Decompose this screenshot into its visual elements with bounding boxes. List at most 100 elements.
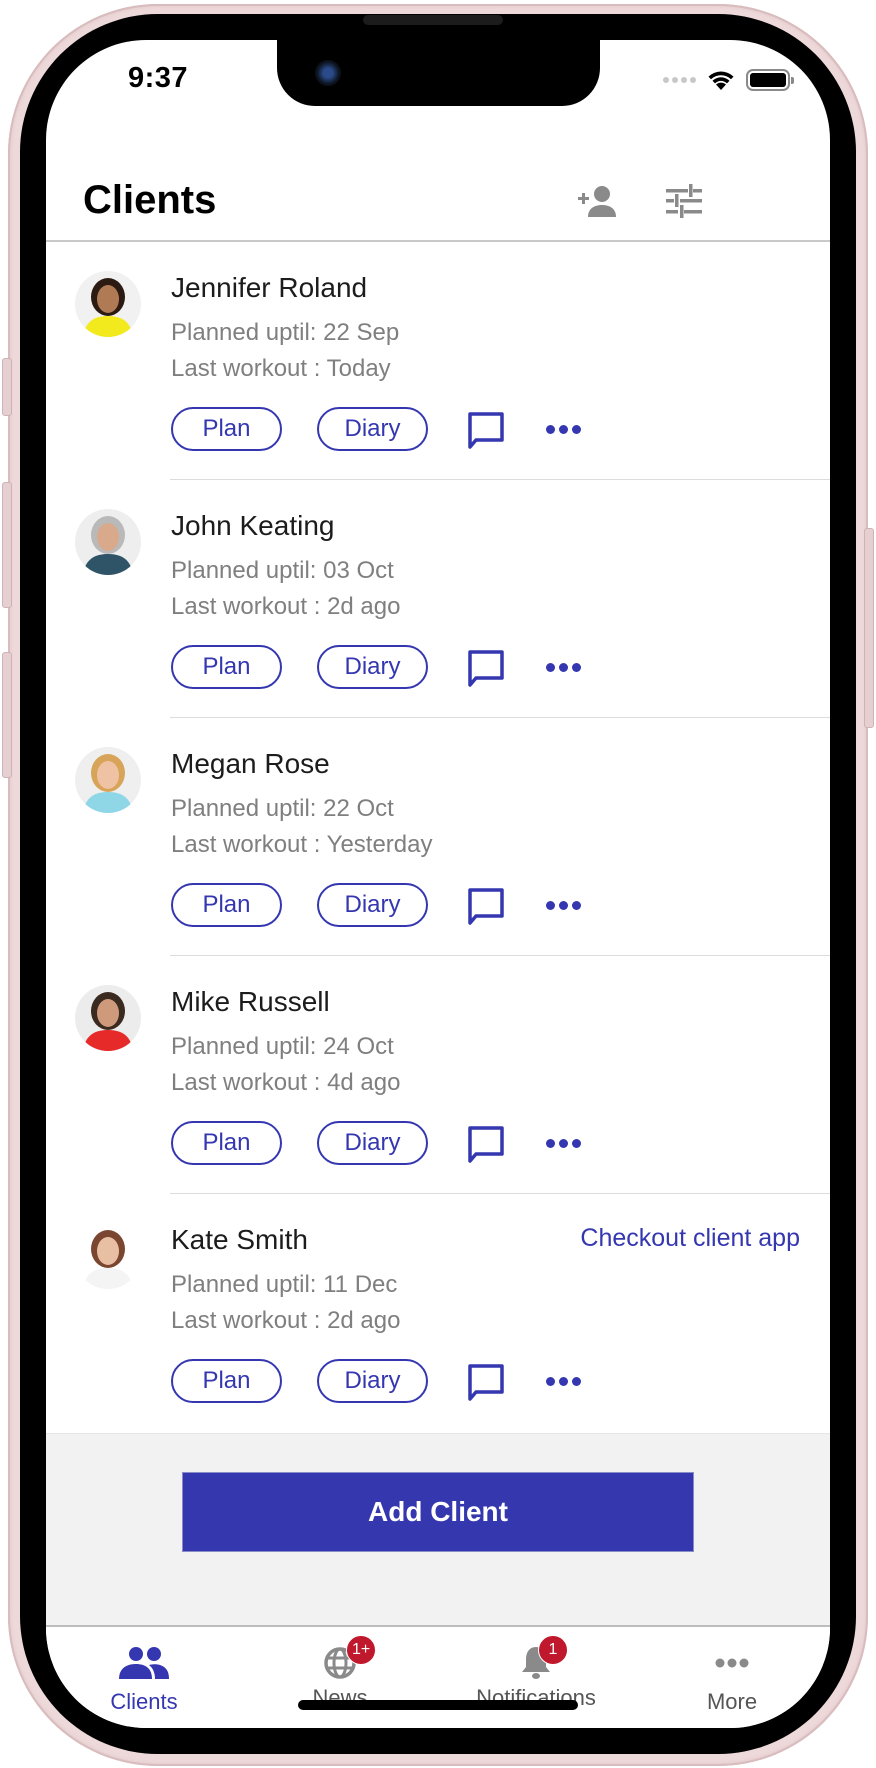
battery-icon (746, 69, 794, 91)
dot (559, 900, 568, 910)
checkout-client-app-link[interactable]: Checkout client app (580, 1224, 800, 1253)
tab-clients[interactable]: Clients (46, 1627, 242, 1728)
people-icon (116, 1641, 172, 1685)
plan-button[interactable]: Plan (171, 1359, 282, 1403)
client-row[interactable]: Jennifer Roland Planned uptil: 22 Sep La… (46, 242, 830, 480)
tab-more[interactable]: More (634, 1627, 830, 1728)
chat-bubble-icon (468, 1364, 504, 1401)
client-row[interactable]: John Keating Planned uptil: 03 Oct Last … (46, 480, 830, 718)
more-options-button[interactable] (546, 422, 582, 436)
avatar-photo (75, 1223, 141, 1289)
client-row[interactable]: Mike Russell Planned uptil: 24 Oct Last … (46, 956, 830, 1194)
side-button-mute (2, 358, 12, 416)
client-name[interactable]: Jennifer Roland (171, 272, 367, 304)
message-button[interactable] (466, 1124, 506, 1166)
add-client-area: Add Client (46, 1433, 830, 1625)
more-options-button[interactable] (546, 898, 582, 912)
side-button-volume-up (2, 482, 12, 608)
client-avatar[interactable] (75, 271, 141, 337)
planned-until: Planned uptil: 24 Oct (171, 1033, 394, 1060)
tab-label: More (706, 1689, 758, 1714)
more-options-button[interactable] (546, 660, 582, 674)
dot (546, 662, 555, 672)
chat-bubble-icon (468, 650, 504, 687)
filter-button[interactable] (661, 180, 707, 222)
globe-icon: 1+ (312, 1635, 377, 1685)
status-indicators (663, 68, 794, 92)
tab-label: Clients (110, 1689, 178, 1714)
side-button-volume-down (2, 652, 12, 778)
client-name[interactable]: Mike Russell (171, 986, 330, 1018)
message-button[interactable] (466, 1362, 506, 1404)
side-button-power (864, 528, 874, 728)
plan-button[interactable]: Plan (171, 645, 282, 689)
dot (572, 424, 581, 434)
tab-news[interactable]: 1+ News (242, 1627, 438, 1728)
dot (559, 424, 568, 434)
dot (559, 662, 568, 672)
home-indicator[interactable] (298, 1700, 578, 1710)
planned-until: Planned uptil: 03 Oct (171, 557, 394, 584)
notifications-badge: 1 (538, 1635, 568, 1665)
dot (572, 900, 581, 910)
client-name[interactable]: John Keating (171, 510, 334, 542)
dot (559, 1138, 568, 1148)
planned-until: Planned uptil: 22 Oct (171, 795, 394, 822)
more-options-button[interactable] (546, 1374, 582, 1388)
cellular-signal-icon (663, 77, 696, 83)
more-horizontal-icon (704, 1641, 760, 1685)
tab-bar: Clients 1+ News 1 Notifications More (46, 1625, 830, 1728)
chat-bubble-icon (468, 412, 504, 449)
plan-button[interactable]: Plan (171, 1121, 282, 1165)
plan-button[interactable]: Plan (171, 883, 282, 927)
status-time: 9:37 (128, 62, 189, 94)
tune-sliders-icon (666, 184, 702, 218)
plan-button[interactable]: Plan (171, 407, 282, 451)
add-client-button[interactable]: Add Client (182, 1472, 694, 1552)
last-workout: Last workout : Yesterday (171, 831, 433, 858)
screen: 9:37 Clients Jennifer Roland Planned upt… (46, 40, 830, 1728)
earpiece-speaker (363, 15, 503, 25)
diary-button[interactable]: Diary (317, 1121, 428, 1165)
chat-bubble-icon (468, 888, 504, 925)
client-name[interactable]: Kate Smith (171, 1224, 308, 1256)
client-name[interactable]: Megan Rose (171, 748, 330, 780)
notch (277, 40, 600, 106)
diary-button[interactable]: Diary (317, 1359, 428, 1403)
client-avatar[interactable] (75, 1223, 141, 1289)
more-options-button[interactable] (546, 1136, 582, 1150)
diary-button[interactable]: Diary (317, 645, 428, 689)
client-list: Jennifer Roland Planned uptil: 22 Sep La… (46, 242, 830, 1432)
news-badge: 1+ (346, 1635, 377, 1665)
header: Clients (46, 140, 830, 242)
message-button[interactable] (466, 410, 506, 452)
message-button[interactable] (466, 648, 506, 690)
dot (572, 662, 581, 672)
client-avatar[interactable] (75, 509, 141, 575)
last-workout: Last workout : 4d ago (171, 1069, 401, 1096)
tab-notifications[interactable]: 1 Notifications (438, 1627, 634, 1728)
chat-bubble-icon (468, 1126, 504, 1163)
message-button[interactable] (466, 886, 506, 928)
dot (572, 1138, 581, 1148)
planned-until: Planned uptil: 22 Sep (171, 319, 400, 346)
wifi-icon (708, 71, 734, 90)
dot (546, 900, 555, 910)
last-workout: Last workout : Today (171, 355, 391, 382)
avatar-photo (75, 271, 141, 337)
front-camera (315, 60, 341, 86)
bell-icon: 1 (508, 1635, 568, 1685)
avatar-photo (75, 985, 141, 1051)
page-title: Clients (83, 178, 217, 222)
client-row[interactable]: Megan Rose Planned uptil: 22 Oct Last wo… (46, 718, 830, 956)
client-row[interactable]: Kate Smith Planned uptil: 11 Dec Last wo… (46, 1194, 830, 1432)
client-avatar[interactable] (75, 985, 141, 1051)
dot (572, 1376, 581, 1386)
diary-button[interactable]: Diary (317, 883, 428, 927)
client-avatar[interactable] (75, 747, 141, 813)
diary-button[interactable]: Diary (317, 407, 428, 451)
avatar-photo (75, 747, 141, 813)
dot (546, 1376, 555, 1386)
add-client-header-button[interactable] (576, 180, 622, 222)
last-workout: Last workout : 2d ago (171, 593, 401, 620)
